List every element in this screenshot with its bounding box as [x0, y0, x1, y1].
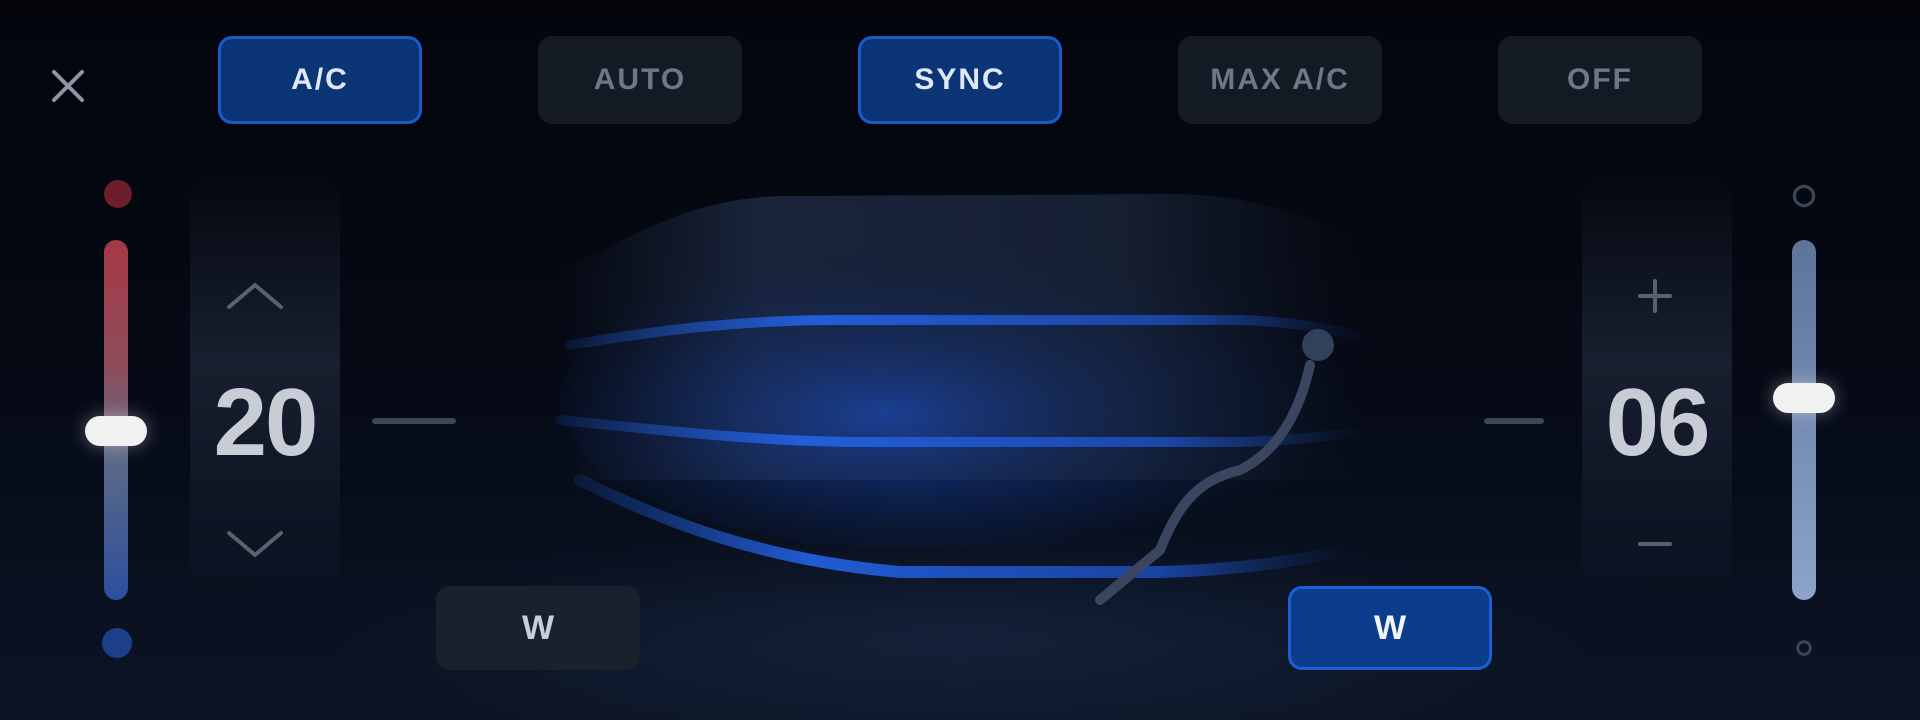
ac-button[interactable]: A/C — [218, 36, 422, 124]
max-ac-button-label: MAX A/C — [1210, 63, 1350, 96]
sync-button-label: SYNC — [914, 63, 1006, 96]
ac-button-label: A/C — [291, 63, 349, 96]
fan-slider-track[interactable] — [1792, 240, 1816, 600]
fan-slider-thumb[interactable] — [1773, 383, 1835, 414]
temperature-value: 20 — [213, 369, 319, 476]
climate-control-screen: A/C AUTO SYNC MAX A/C OFF 20 W W 06 — [0, 0, 1920, 720]
fan-plus-button[interactable] — [1620, 266, 1690, 326]
off-button[interactable]: OFF — [1498, 36, 1702, 124]
left-divider — [372, 418, 456, 424]
chevron-down-icon — [227, 531, 283, 557]
fan-minus-button[interactable] — [1620, 514, 1690, 574]
close-button[interactable] — [40, 58, 96, 114]
temperature-down-button[interactable] — [215, 522, 295, 568]
minus-icon — [1638, 542, 1672, 546]
right-divider — [1484, 418, 1544, 424]
zone-right-button[interactable]: W — [1288, 586, 1492, 670]
zone-right-label: W — [1373, 608, 1407, 647]
chevron-up-icon — [227, 283, 283, 309]
fan-speed-value: 06 — [1605, 369, 1711, 476]
fan-low-icon — [1784, 628, 1824, 668]
airflow-visual — [555, 194, 1375, 605]
temperature-up-button[interactable] — [215, 272, 295, 318]
max-ac-button[interactable]: MAX A/C — [1178, 36, 1382, 124]
sync-button[interactable]: SYNC — [858, 36, 1062, 124]
zone-left-label: W — [521, 608, 555, 647]
heat-dot-icon — [104, 180, 132, 208]
zone-left-button[interactable]: W — [436, 586, 640, 670]
airflow-glow — [560, 250, 1280, 550]
plus-icon — [1638, 279, 1672, 313]
temperature-slider-thumb[interactable] — [85, 415, 147, 446]
auto-button[interactable]: AUTO — [538, 36, 742, 124]
off-button-label: OFF — [1567, 63, 1633, 96]
close-icon — [52, 70, 84, 102]
fan-high-icon — [1784, 176, 1824, 216]
auto-button-label: AUTO — [593, 63, 687, 96]
cool-dot-icon — [102, 628, 132, 658]
